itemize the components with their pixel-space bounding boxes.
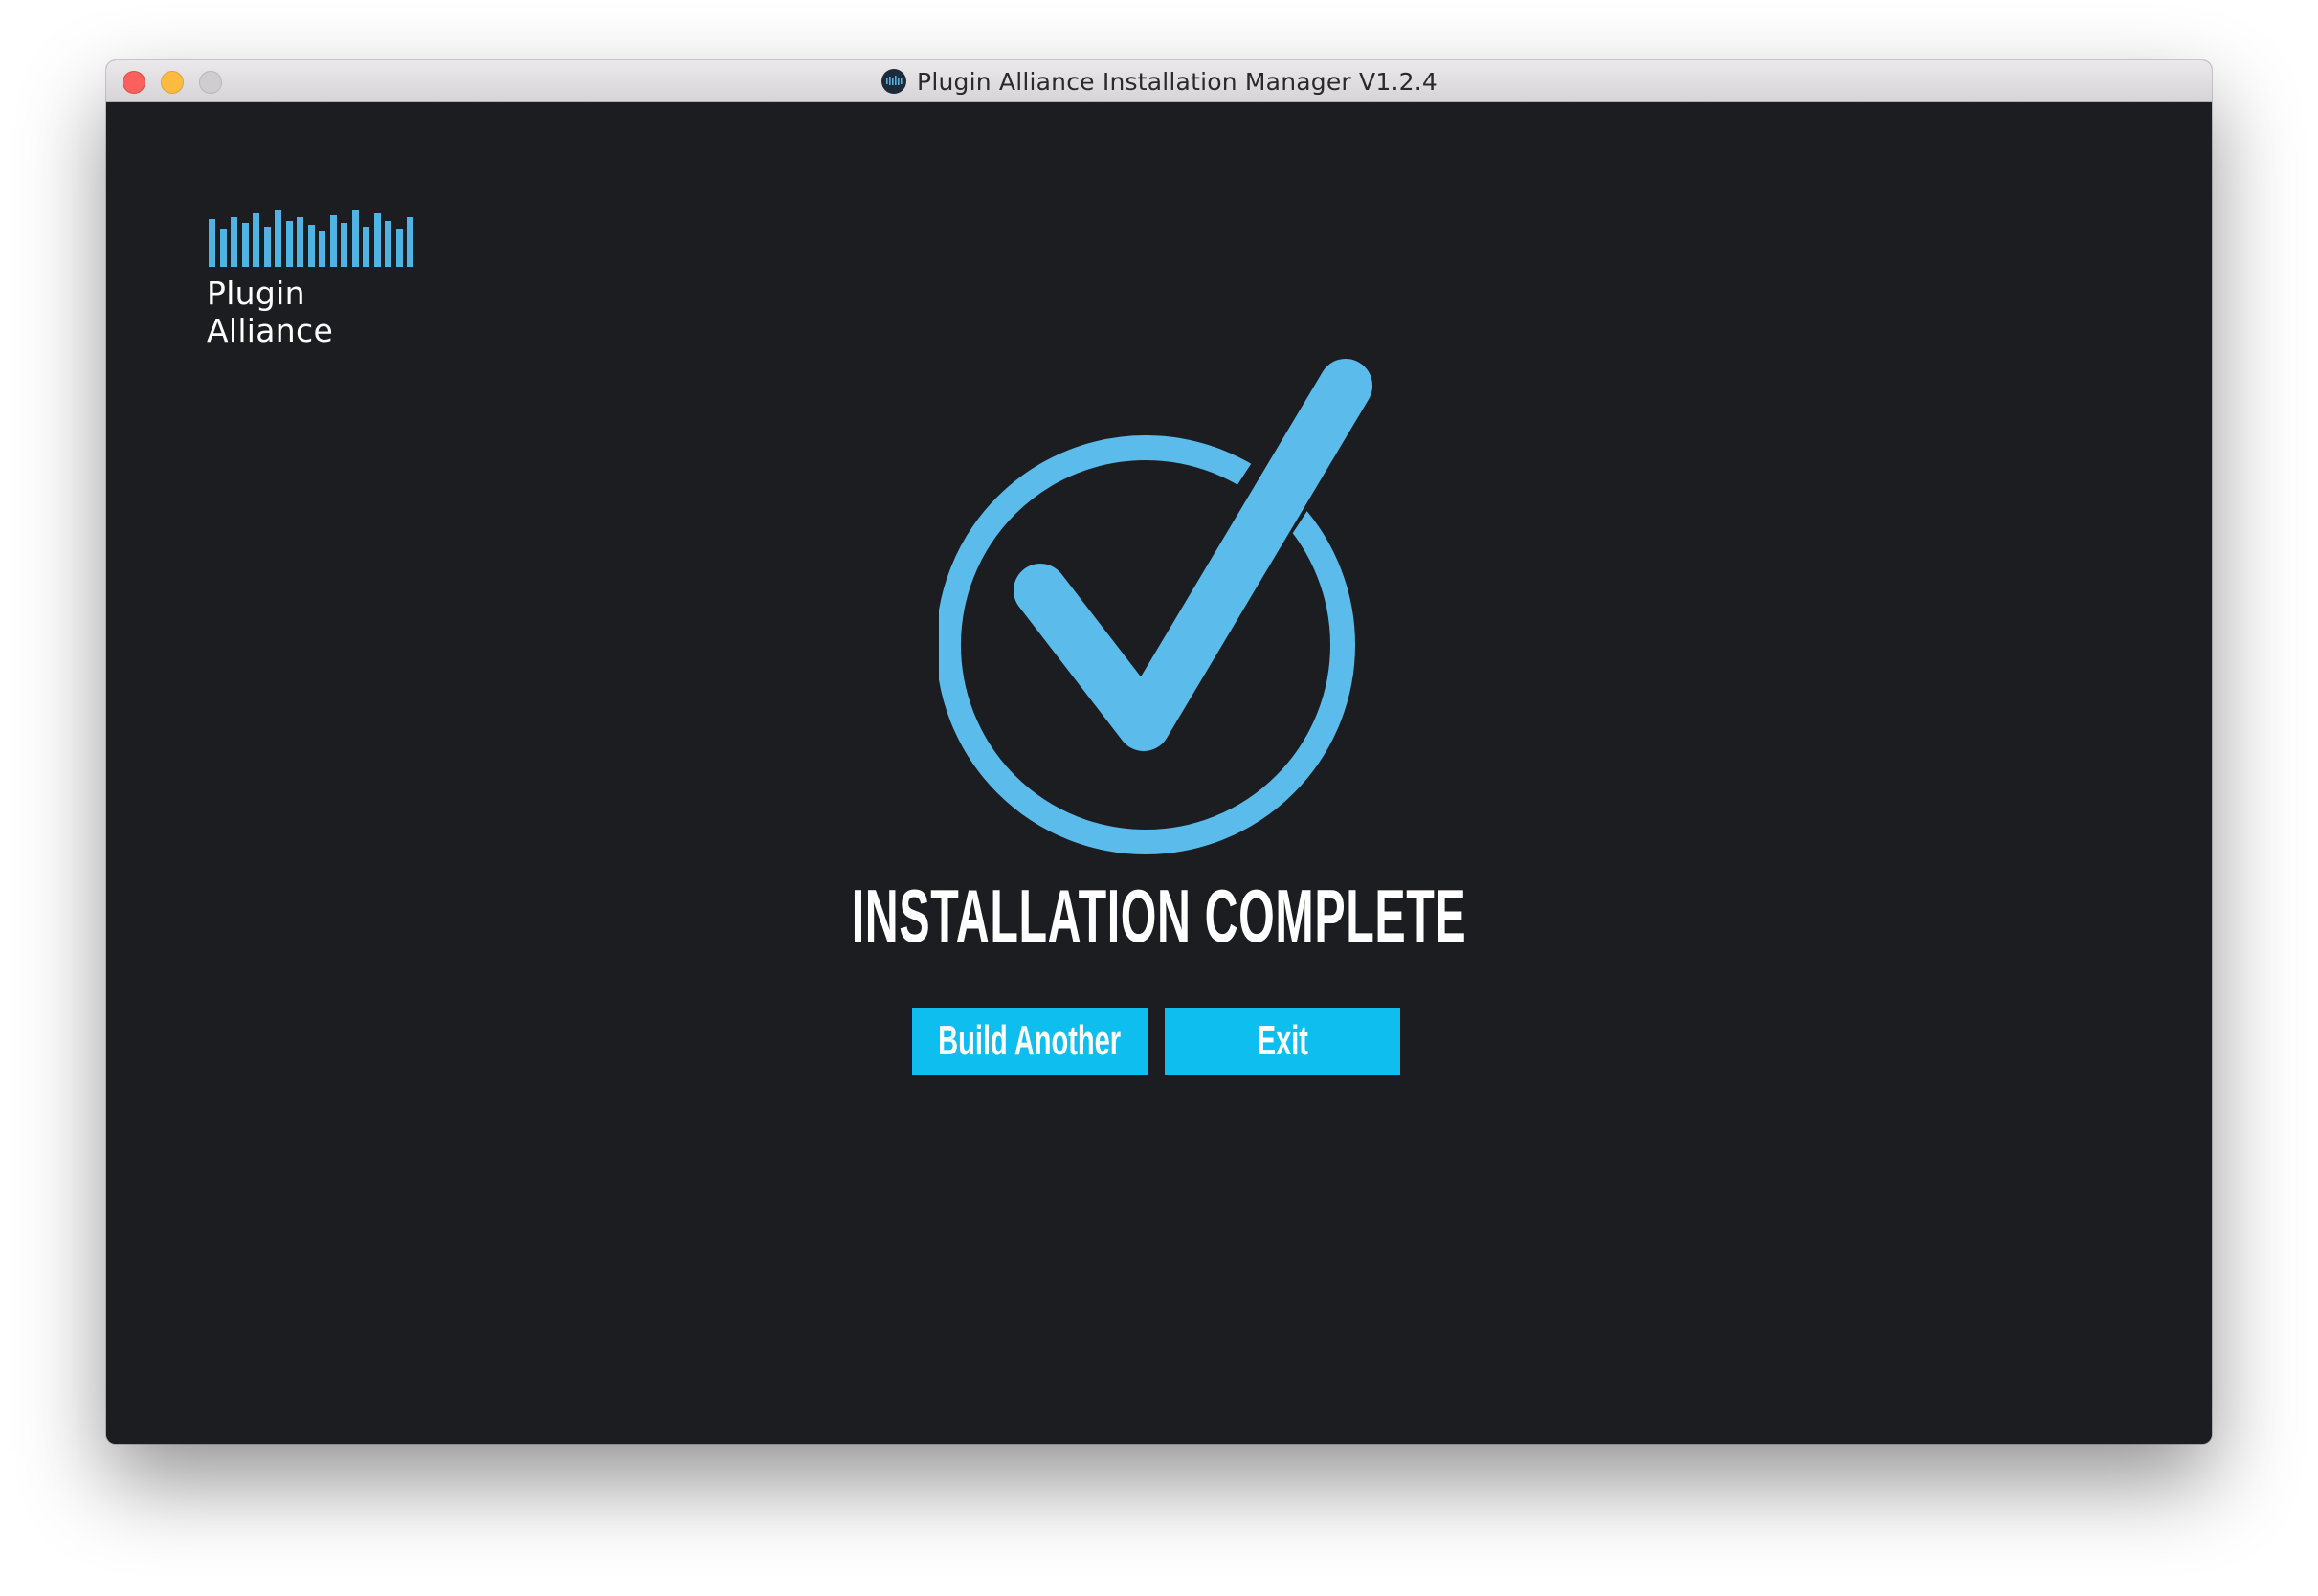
exit-label: Exit [1257,1017,1308,1064]
app-window: Plugin Alliance Installation Manager V1.… [106,60,2212,1444]
check-circle-icon [939,350,1381,854]
plugin-alliance-icon [881,69,907,94]
installation-status-heading: INSTALLATION COMPLETE [851,874,1467,958]
window-title: Plugin Alliance Installation Manager V1.… [106,60,2212,102]
window-title-text: Plugin Alliance Installation Manager V1.… [917,67,1438,96]
main-content: Plugin Alliance INSTALLATION COMPLETE Bu… [106,102,2212,1444]
title-bar[interactable]: Plugin Alliance Installation Manager V1.… [106,60,2212,102]
build-another-label: Build Another [938,1017,1122,1064]
build-another-button[interactable]: Build Another [912,1008,1148,1075]
logo-text: Plugin Alliance [207,275,334,349]
waveform-bars-icon [209,210,413,267]
exit-button[interactable]: Exit [1165,1008,1400,1075]
plugin-alliance-logo: Plugin Alliance [207,206,427,349]
